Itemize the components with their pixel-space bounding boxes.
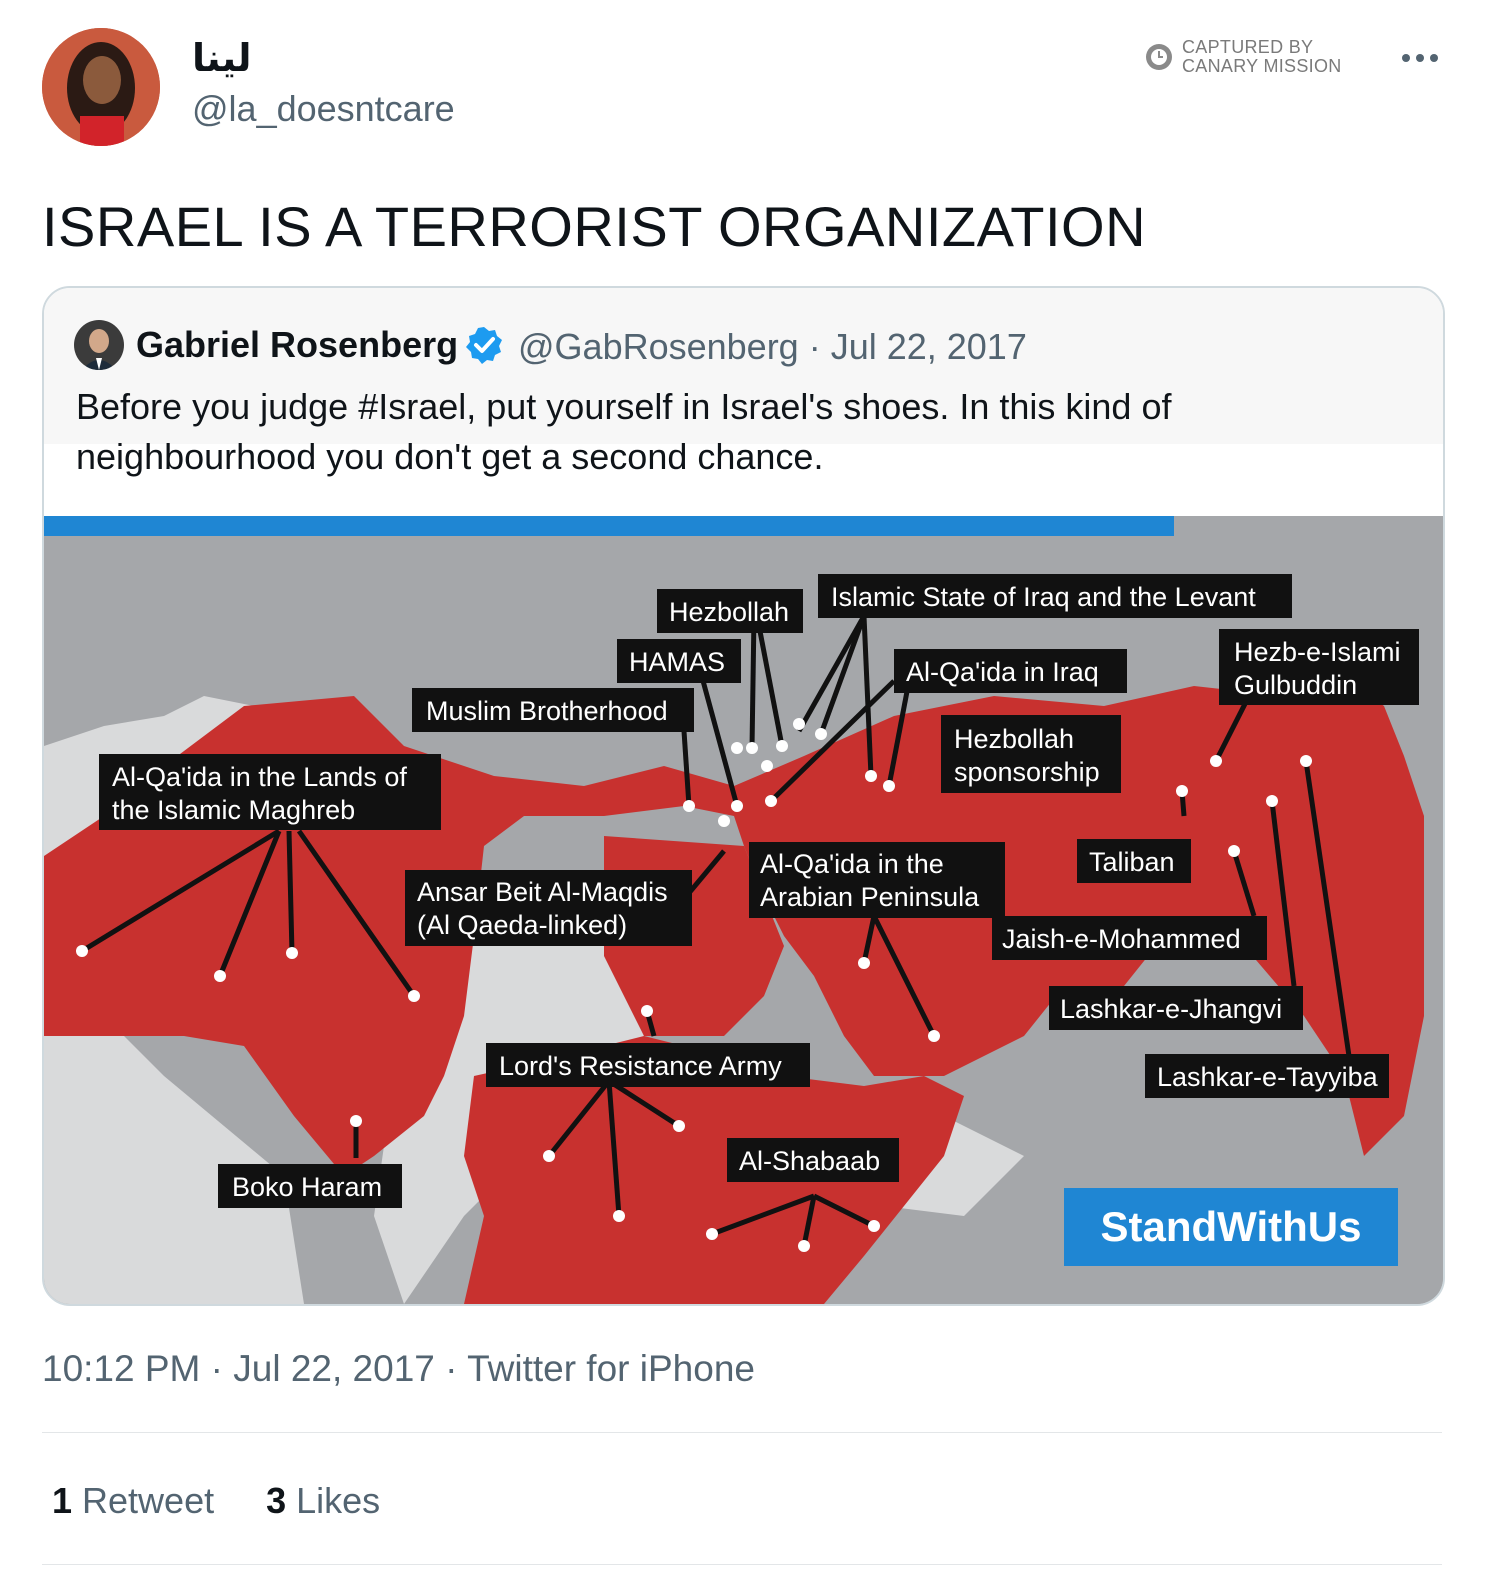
map-label: Ansar Beit Al-Maqdis <box>417 877 668 907</box>
brand-logo: StandWithUs <box>1101 1203 1362 1250</box>
map-label: Islamic State of Iraq and the Levant <box>831 582 1256 612</box>
author-avatar[interactable] <box>42 28 160 146</box>
map-label: Al-Qa'ida in the <box>760 849 944 879</box>
likes-count: 3 <box>266 1480 287 1521</box>
map-label: Hezb-e-Islami <box>1234 637 1401 667</box>
capture-watermark: CAPTURED BY CANARY MISSION <box>1144 38 1342 76</box>
tweet: لينا @la_doesntcare CAPTURED BY CANARY M… <box>0 0 1493 1583</box>
quoted-handle-and-date: @GabRosenberg · Jul 22, 2017 <box>518 326 1027 367</box>
retweets-count: 1 <box>52 1480 73 1521</box>
map-label: Lashkar-e-Tayyiba <box>1157 1062 1379 1092</box>
map-label: the Islamic Maghreb <box>112 795 355 825</box>
map-label: Al-Qa'ida in Iraq <box>906 657 1099 687</box>
map-label: Muslim Brotherhood <box>426 696 668 726</box>
retweets-stat[interactable]: 1 Retweet <box>52 1480 214 1522</box>
map-label: (Al Qaeda-linked) <box>417 910 627 940</box>
map-label: Lord's Resistance Army <box>499 1051 782 1081</box>
map-label: Lashkar-e-Jhangvi <box>1060 994 1282 1024</box>
map-label: Jaish-e-Mohammed <box>1002 924 1241 954</box>
author-display-name[interactable]: لينا <box>192 36 252 81</box>
quoted-tweet-image[interactable]: Hezbollah Islamic State of Iraq and the … <box>44 516 1443 1304</box>
verified-badge-icon <box>466 327 502 364</box>
map-label: Arabian Peninsula <box>760 882 980 912</box>
divider <box>42 1564 1442 1565</box>
likes-stat[interactable]: 3 Likes <box>266 1480 380 1522</box>
watermark-line-2: CANARY MISSION <box>1182 56 1342 76</box>
likes-label: Likes <box>296 1480 381 1521</box>
map-label: Hezbollah <box>954 724 1074 754</box>
watermark-line-1: CAPTURED BY <box>1182 37 1314 57</box>
quoted-tweet[interactable]: Gabriel Rosenberg @GabRosenberg · Jul 22… <box>42 286 1445 1306</box>
tweet-timestamp[interactable]: 10:12 PM · Jul 22, 2017 · Twitter for iP… <box>42 1348 755 1390</box>
map-label: Gulbuddin <box>1234 670 1357 700</box>
engagement-stats: 1 Retweet 3 Likes <box>52 1480 380 1522</box>
quoted-display-name: Gabriel Rosenberg <box>136 324 459 365</box>
quoted-author-avatar <box>74 320 124 370</box>
more-horizontal-icon <box>1402 54 1438 62</box>
map-label: Al-Shabaab <box>739 1146 880 1176</box>
map-label: Hezbollah <box>669 597 789 627</box>
divider <box>42 1432 1442 1433</box>
quoted-tweet-text: Before you judge #Israel, put yourself i… <box>76 386 1172 477</box>
map-label: HAMAS <box>629 647 725 677</box>
terror-map-graphic: Hezbollah Islamic State of Iraq and the … <box>44 516 1443 1304</box>
author-handle[interactable]: @la_doesntcare <box>192 88 455 130</box>
tweet-text: ISRAEL IS A TERRORIST ORGANIZATION <box>42 195 1147 258</box>
map-label: Taliban <box>1089 847 1175 877</box>
map-label: Al-Qa'ida in the Lands of <box>112 762 407 792</box>
retweets-label: Retweet <box>82 1480 215 1521</box>
map-label: Boko Haram <box>232 1172 382 1202</box>
map-label: sponsorship <box>954 757 1100 787</box>
clock-icon <box>1146 44 1172 70</box>
more-options-button[interactable] <box>1398 40 1442 76</box>
